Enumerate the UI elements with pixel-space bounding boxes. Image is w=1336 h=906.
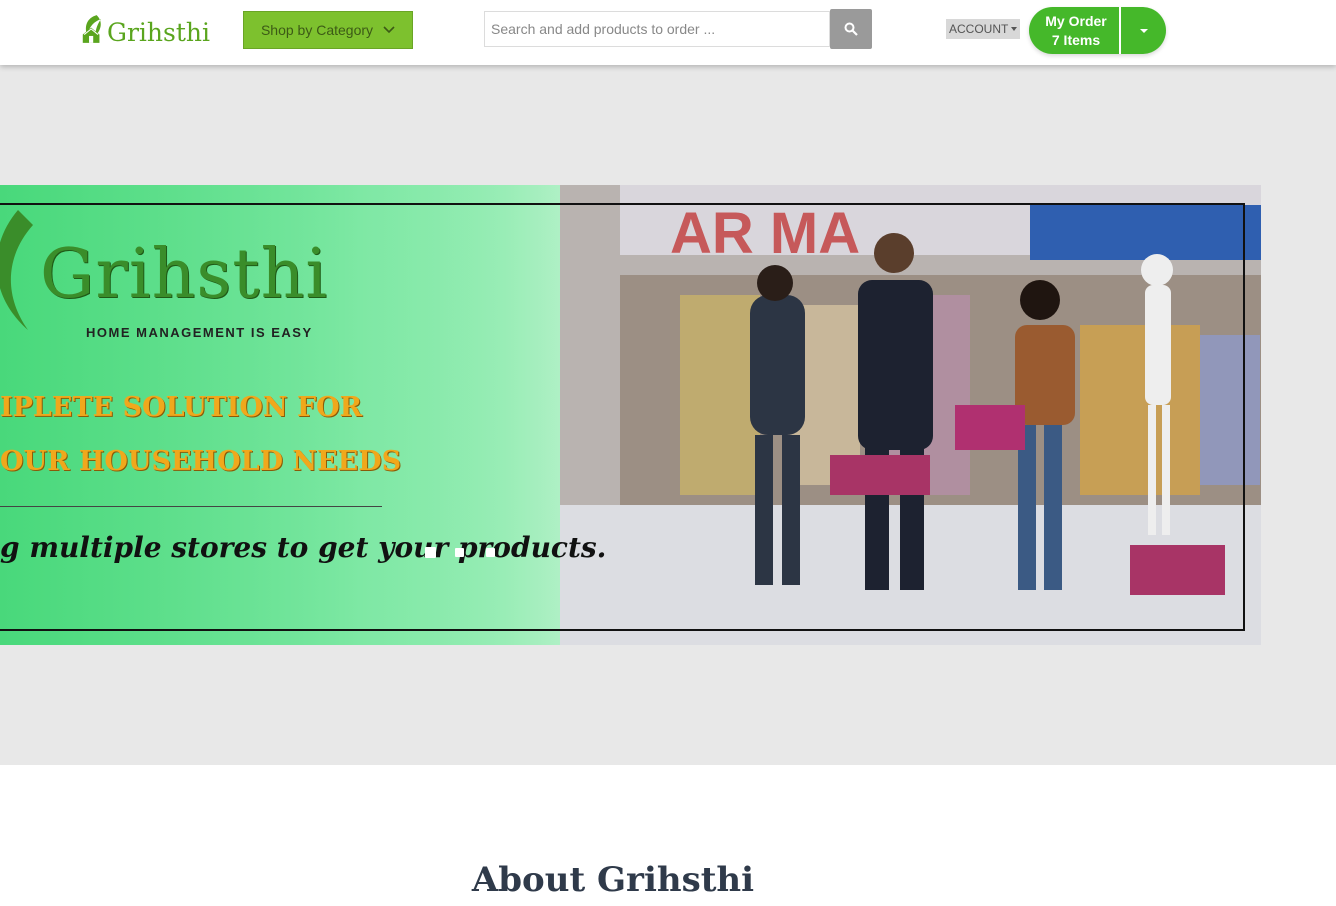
my-order-button[interactable]: My Order 7 Items [1029, 7, 1119, 54]
brand-name: Grihsthi [107, 17, 210, 47]
caret-down-icon [1011, 27, 1018, 31]
my-order-label: My Order [1045, 12, 1107, 29]
hero-banner[interactable]: AR MA Grihsthi HOME MANAGEMENT IS EASY I… [0, 185, 1261, 645]
search-bar [484, 9, 872, 49]
account-dropdown[interactable]: ACCOUNT [946, 19, 1021, 39]
search-icon [844, 22, 858, 36]
about-heading: About Grihsthi [471, 860, 755, 900]
chevron-down-icon [383, 26, 395, 34]
shop-by-category-button[interactable]: Shop by Category [243, 11, 413, 49]
banner-subheadline: g multiple stores to get your products. [0, 531, 607, 564]
banner-divider [0, 506, 382, 507]
carousel-dot[interactable] [425, 547, 436, 558]
search-input[interactable] [484, 11, 830, 47]
shop-by-category-label: Shop by Category [260, 22, 374, 38]
carousel-dot[interactable] [455, 548, 464, 557]
house-leaf-icon [82, 15, 101, 43]
order-dropdown-toggle[interactable] [1121, 7, 1166, 54]
banner-headline-1: IPLETE SOLUTION FOR [0, 392, 363, 423]
order-item-count: 7 Items [1051, 31, 1101, 48]
carousel-dot[interactable] [486, 548, 495, 557]
brand-logo[interactable]: Grihsthi [80, 6, 210, 52]
account-label: ACCOUNT [949, 22, 1009, 36]
search-button[interactable] [830, 9, 872, 49]
banner-headline-2: OUR HOUSEHOLD NEEDS [0, 446, 402, 477]
banner-tagline: HOME MANAGEMENT IS EASY [86, 325, 313, 340]
my-order-button-group: My Order 7 Items [1029, 7, 1166, 54]
hero-section: AR MA Grihsthi HOME MANAGEMENT IS EASY I… [0, 65, 1336, 765]
caret-down-icon [1139, 28, 1148, 33]
site-header: Grihsthi Shop by Category ACCOUNT My Ord… [0, 0, 1336, 65]
banner-brand: Grihsthi [40, 235, 329, 314]
